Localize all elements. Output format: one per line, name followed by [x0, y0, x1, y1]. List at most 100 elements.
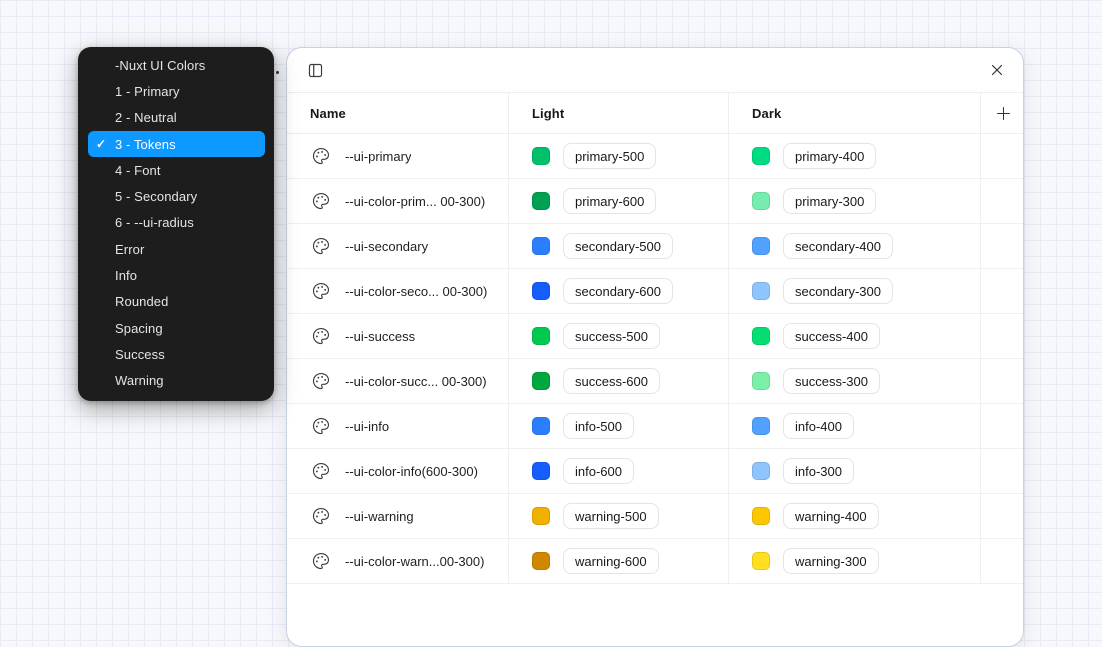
close-icon: [988, 61, 1006, 79]
caret-dot: [276, 71, 279, 74]
palette-icon: [312, 147, 330, 165]
menu-item-info[interactable]: Info: [78, 262, 274, 288]
light-alias-chip[interactable]: info-600: [563, 458, 634, 484]
light-alias-chip[interactable]: secondary-600: [563, 278, 673, 304]
light-color-swatch[interactable]: [532, 552, 550, 570]
menu-item-2-neutral[interactable]: 2 - Neutral: [78, 105, 274, 131]
variable-name-cell[interactable]: --ui-secondary: [287, 224, 509, 268]
dark-alias-chip[interactable]: info-400: [783, 413, 854, 439]
dark-value-cell: warning-400: [729, 494, 981, 538]
dark-alias-chip[interactable]: info-300: [783, 458, 854, 484]
dark-alias-chip[interactable]: success-400: [783, 323, 880, 349]
menu-item-success[interactable]: Success: [78, 341, 274, 367]
light-value-cell: success-500: [509, 314, 729, 358]
dark-color-swatch[interactable]: [752, 462, 770, 480]
dark-alias-chip[interactable]: secondary-300: [783, 278, 893, 304]
menu-item-3-tokens[interactable]: ✓3 - Tokens: [88, 131, 265, 157]
menu-item-label: 6 - --ui-radius: [115, 215, 194, 230]
palette-icon: [312, 507, 330, 525]
dark-color-swatch[interactable]: [752, 417, 770, 435]
add-mode-button[interactable]: [991, 101, 1015, 125]
dark-alias-chip[interactable]: primary-300: [783, 188, 876, 214]
empty-cell: [981, 494, 1024, 538]
dark-alias-chip[interactable]: secondary-400: [783, 233, 893, 259]
dark-color-swatch[interactable]: [752, 552, 770, 570]
light-color-swatch[interactable]: [532, 192, 550, 210]
light-color-swatch[interactable]: [532, 417, 550, 435]
variable-name-cell[interactable]: --ui-warning: [287, 494, 509, 538]
dark-color-swatch[interactable]: [752, 327, 770, 345]
dark-color-swatch[interactable]: [752, 147, 770, 165]
variable-name: --ui-primary: [345, 149, 411, 164]
menu-item-error[interactable]: Error: [78, 236, 274, 262]
dark-alias-chip[interactable]: primary-400: [783, 143, 876, 169]
variable-name: --ui-secondary: [345, 239, 428, 254]
variable-name-cell[interactable]: --ui-success: [287, 314, 509, 358]
light-color-swatch[interactable]: [532, 507, 550, 525]
palette-icon: [312, 282, 330, 300]
light-alias-chip[interactable]: success-500: [563, 323, 660, 349]
table-row: --ui-color-prim... 00-300) primary-600 p…: [287, 179, 1023, 224]
menu-item-nuxt-ui-colors[interactable]: -Nuxt UI Colors: [78, 52, 274, 78]
close-button[interactable]: [985, 58, 1009, 82]
menu-item-spacing[interactable]: Spacing: [78, 315, 274, 341]
light-alias-chip[interactable]: warning-500: [563, 503, 659, 529]
light-color-swatch[interactable]: [532, 282, 550, 300]
variables-panel: Name Light Dark: [286, 47, 1024, 647]
dark-color-swatch[interactable]: [752, 282, 770, 300]
dark-color-swatch[interactable]: [752, 507, 770, 525]
light-alias-chip[interactable]: primary-500: [563, 143, 656, 169]
light-alias-chip[interactable]: primary-600: [563, 188, 656, 214]
menu-item-label: Rounded: [115, 294, 168, 309]
menu-item-label: 1 - Primary: [115, 84, 180, 99]
menu-item-rounded[interactable]: Rounded: [78, 289, 274, 315]
dark-alias-chip[interactable]: success-300: [783, 368, 880, 394]
variable-name-cell[interactable]: --ui-primary: [287, 134, 509, 178]
sidebar-toggle-button[interactable]: [303, 58, 327, 82]
column-header-name: Name: [287, 93, 509, 133]
light-value-cell: primary-600: [509, 179, 729, 223]
dark-color-swatch[interactable]: [752, 192, 770, 210]
menu-item-label: Warning: [115, 373, 164, 388]
variable-name: --ui-color-prim... 00-300): [345, 194, 485, 209]
menu-item-5-secondary[interactable]: 5 - Secondary: [78, 183, 274, 209]
light-color-swatch[interactable]: [532, 462, 550, 480]
variable-name: --ui-color-succ... 00-300): [345, 374, 487, 389]
variable-name-cell[interactable]: --ui-color-warn...00-300): [287, 539, 509, 583]
dark-color-swatch[interactable]: [752, 372, 770, 390]
variable-name-cell[interactable]: --ui-color-prim... 00-300): [287, 179, 509, 223]
light-alias-chip[interactable]: secondary-500: [563, 233, 673, 259]
light-value-cell: secondary-500: [509, 224, 729, 268]
palette-icon: [312, 237, 330, 255]
menu-item-label: 2 - Neutral: [115, 110, 177, 125]
light-color-swatch[interactable]: [532, 372, 550, 390]
variable-name-cell[interactable]: --ui-color-succ... 00-300): [287, 359, 509, 403]
menu-item-4-font[interactable]: 4 - Font: [78, 157, 274, 183]
variable-name: --ui-warning: [345, 509, 414, 524]
menu-item-label: -Nuxt UI Colors: [115, 58, 205, 73]
variable-name-cell[interactable]: --ui-info: [287, 404, 509, 448]
light-alias-chip[interactable]: warning-600: [563, 548, 659, 574]
menu-item-1-primary[interactable]: 1 - Primary: [78, 78, 274, 104]
variable-name: --ui-color-info(600-300): [345, 464, 478, 479]
light-alias-chip[interactable]: info-500: [563, 413, 634, 439]
empty-cell: [981, 449, 1024, 493]
table-row: --ui-color-warn...00-300) warning-600 wa…: [287, 539, 1023, 584]
dark-alias-chip[interactable]: warning-400: [783, 503, 879, 529]
empty-cell: [981, 134, 1024, 178]
light-color-swatch[interactable]: [532, 327, 550, 345]
variable-name-cell[interactable]: --ui-color-seco... 00-300): [287, 269, 509, 313]
dark-value-cell: primary-400: [729, 134, 981, 178]
column-header-light: Light: [509, 93, 729, 133]
dark-color-swatch[interactable]: [752, 237, 770, 255]
variable-name: --ui-color-seco... 00-300): [345, 284, 487, 299]
menu-item-6-ui-radius[interactable]: 6 - --ui-radius: [78, 210, 274, 236]
dark-alias-chip[interactable]: warning-300: [783, 548, 879, 574]
empty-cell: [981, 359, 1024, 403]
light-alias-chip[interactable]: success-600: [563, 368, 660, 394]
light-color-swatch[interactable]: [532, 147, 550, 165]
dark-value-cell: info-400: [729, 404, 981, 448]
menu-item-warning[interactable]: Warning: [78, 368, 274, 394]
variable-name-cell[interactable]: --ui-color-info(600-300): [287, 449, 509, 493]
light-color-swatch[interactable]: [532, 237, 550, 255]
